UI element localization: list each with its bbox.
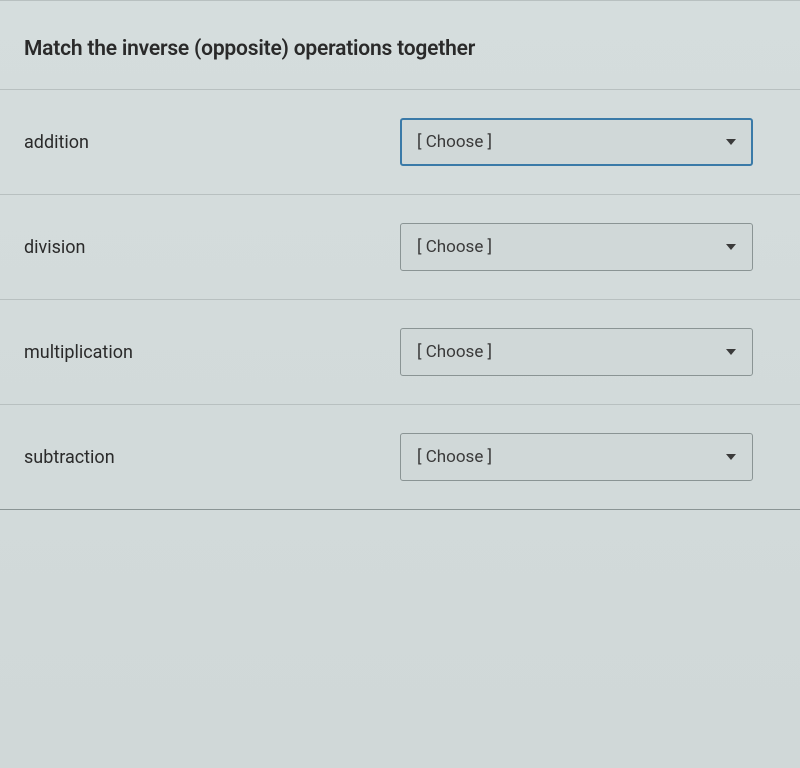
match-label-subtraction: subtraction <box>24 447 400 468</box>
quiz-container: Match the inverse (opposite) operations … <box>0 0 800 768</box>
dropdown-multiplication[interactable]: [ Choose ] <box>400 328 753 376</box>
match-row: multiplication [ Choose ] <box>0 299 800 404</box>
dropdown-wrap: [ Choose ] <box>400 223 753 271</box>
match-row: subtraction [ Choose ] <box>0 404 800 509</box>
match-label-addition: addition <box>24 132 400 153</box>
match-row: addition [ Choose ] <box>0 89 800 194</box>
match-row: division [ Choose ] <box>0 194 800 299</box>
dropdown-wrap: [ Choose ] <box>400 433 753 481</box>
chevron-down-icon <box>726 454 736 460</box>
match-label-multiplication: multiplication <box>24 342 400 363</box>
dropdown-wrap: [ Choose ] <box>400 328 753 376</box>
dropdown-placeholder: [ Choose ] <box>417 237 714 257</box>
chevron-down-icon <box>726 139 736 145</box>
dropdown-division[interactable]: [ Choose ] <box>400 223 753 271</box>
dropdown-placeholder: [ Choose ] <box>417 447 714 467</box>
chevron-down-icon <box>726 244 736 250</box>
bottom-section <box>0 509 800 649</box>
dropdown-placeholder: [ Choose ] <box>417 342 714 362</box>
dropdown-placeholder: [ Choose ] <box>417 132 714 152</box>
dropdown-subtraction[interactable]: [ Choose ] <box>400 433 753 481</box>
question-title: Match the inverse (opposite) operations … <box>24 37 776 61</box>
question-header: Match the inverse (opposite) operations … <box>0 0 800 89</box>
dropdown-addition[interactable]: [ Choose ] <box>400 118 753 166</box>
chevron-down-icon <box>726 349 736 355</box>
match-label-division: division <box>24 237 400 258</box>
dropdown-wrap: [ Choose ] <box>400 118 753 166</box>
